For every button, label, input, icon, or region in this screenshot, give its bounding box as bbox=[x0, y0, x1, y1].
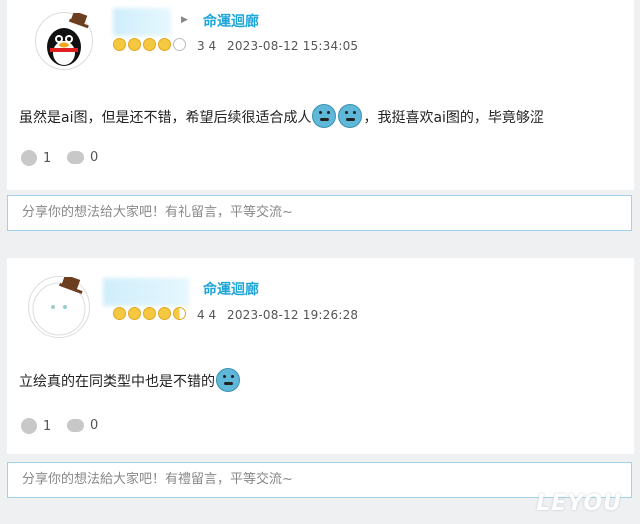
star-icon bbox=[143, 307, 156, 320]
mustache-emoji-icon bbox=[216, 368, 240, 392]
avatar[interactable] bbox=[28, 274, 90, 338]
mustache-emoji-icon bbox=[338, 104, 363, 128]
star-icon bbox=[158, 307, 171, 320]
caret-right-icon: ▶ bbox=[181, 15, 188, 25]
star-icon bbox=[113, 38, 126, 51]
star-icon bbox=[128, 38, 141, 51]
user-level: 4 4 bbox=[197, 308, 217, 322]
timestamp: 2023-08-12 15:34:05 bbox=[227, 39, 359, 53]
star-icon bbox=[128, 307, 141, 320]
username-redacted bbox=[103, 278, 189, 306]
mustache-emoji-icon bbox=[312, 104, 337, 128]
star-empty-icon bbox=[173, 38, 186, 51]
star-icon bbox=[158, 38, 171, 51]
comment-text: 虽然是ai图，但是还不错，希望后续很适合成人 ，我挺喜欢ai图的，毕竟够涩 bbox=[19, 104, 544, 128]
rating-stars bbox=[113, 38, 186, 52]
rating-stars bbox=[113, 307, 186, 321]
star-icon bbox=[113, 307, 126, 320]
user-name[interactable]: 命運迴廊 bbox=[203, 279, 259, 299]
comment-card: 命運迴廊 4 4 2023-08-12 19:26:28 立绘真的在同类型中也是… bbox=[7, 258, 634, 454]
comment-bubble-icon bbox=[67, 151, 84, 164]
ghost-avatar-icon bbox=[32, 274, 86, 336]
star-half-icon bbox=[173, 307, 186, 320]
site-watermark: LEYOU bbox=[536, 491, 622, 516]
star-icon bbox=[143, 38, 156, 51]
like-face-icon bbox=[21, 150, 37, 166]
reply-count-button[interactable]: 0 bbox=[67, 150, 98, 165]
username-redacted bbox=[113, 8, 171, 36]
like-button[interactable]: 1 bbox=[21, 150, 51, 166]
comment-bubble-icon bbox=[67, 419, 84, 432]
comment-card: ▶ 命運迴廊 3 4 2023-08-12 15:34:05 虽然是ai图，但是… bbox=[7, 0, 634, 190]
avatar[interactable] bbox=[35, 10, 93, 70]
comment-text: 立绘真的在同类型中也是不错的 bbox=[19, 368, 241, 392]
reply-count-button[interactable]: 0 bbox=[67, 418, 98, 433]
timestamp: 2023-08-12 19:26:28 bbox=[227, 308, 359, 322]
user-level: 3 4 bbox=[197, 39, 217, 53]
like-button[interactable]: 1 bbox=[21, 418, 51, 434]
like-face-icon bbox=[21, 418, 37, 434]
reply-input[interactable]: 分享你的想法给大家吧！有礼留言，平等交流~ bbox=[7, 195, 632, 231]
user-name[interactable]: 命運迴廊 bbox=[203, 11, 259, 31]
penguin-avatar-icon bbox=[47, 10, 89, 66]
